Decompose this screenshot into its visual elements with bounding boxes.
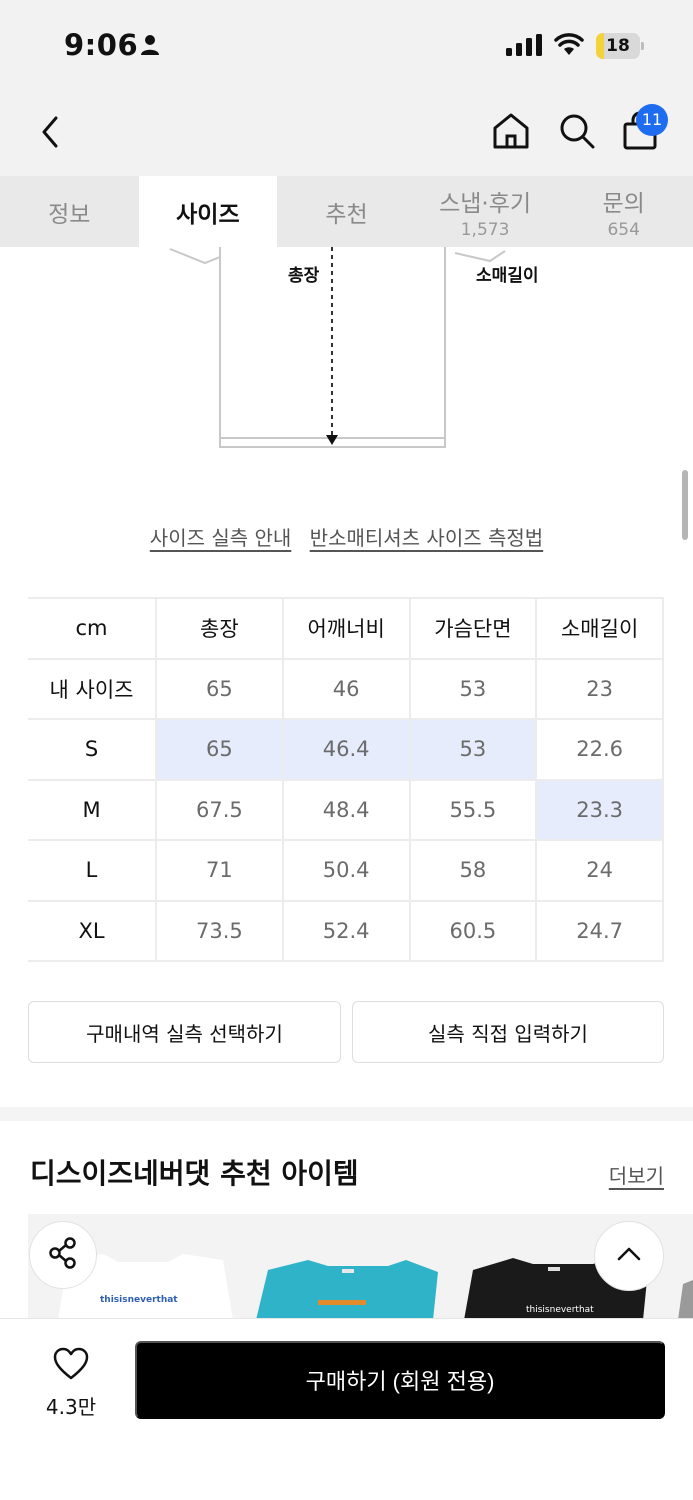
row-label: L (28, 839, 157, 901)
select-purchase-history-button[interactable]: 구매내역 실측 선택하기 (28, 1001, 341, 1063)
table-cell: 71 (156, 839, 284, 901)
table-header: 어깨너비 (282, 597, 411, 659)
sleeve-label: 소매길이 (476, 266, 539, 286)
battery-indicator: 18 (596, 33, 644, 59)
nav-bar: 11 (0, 92, 693, 176)
table-header: 총장 (156, 597, 284, 659)
like-button[interactable]: 4.3만 (36, 1347, 106, 1420)
tab-label: 스냅·후기 (439, 190, 532, 217)
tab-label: 추천 (325, 201, 368, 228)
table-header: 소매길이 (536, 597, 664, 659)
tab-label: 정보 (48, 201, 91, 228)
table-cell: 23 (536, 657, 664, 719)
recommend-thumbnails: thisisneverthat thisisneverthat (58, 1254, 693, 1320)
heart-icon (52, 1347, 90, 1385)
recommend-more-link[interactable]: 더보기 (609, 1160, 664, 1189)
wifi-icon (554, 32, 584, 60)
table-cell: 58 (409, 839, 538, 901)
share-button[interactable] (29, 1221, 97, 1289)
status-bar: 9:06 18 (0, 0, 693, 92)
recommend-title: 디스이즈네버댓 추천 아이템 (30, 1157, 359, 1190)
table-cell: 46.4 (282, 718, 411, 780)
table-cell: 22.6 (536, 718, 664, 780)
table-row-l: L 71 50.4 58 24 (28, 839, 664, 901)
like-count: 4.3만 (45, 1395, 97, 1419)
chevron-up-icon (615, 1244, 643, 1268)
battery-level: 18 (606, 36, 630, 56)
table-cell: 55.5 (409, 778, 538, 840)
table-cell: 52.4 (282, 899, 411, 962)
table-header: cm (28, 597, 157, 659)
buy-button[interactable]: 구매하기 (회원 전용) (135, 1341, 665, 1419)
svg-text:thisisneverthat: thisisneverthat (100, 1295, 178, 1305)
table-cell: 65 (156, 657, 284, 719)
table-cell: 24.7 (536, 899, 664, 962)
direct-input-button[interactable]: 실측 직접 입력하기 (352, 1001, 664, 1063)
tab-label: 사이즈 (176, 201, 240, 228)
length-label: 총장 (288, 266, 320, 286)
row-label: 내 사이즈 (28, 657, 157, 719)
product-tabs: 정보 사이즈 추천 스냅·후기 1,573 문의 654 (0, 176, 693, 247)
row-label: M (28, 778, 157, 840)
tab-count: 654 (607, 219, 640, 240)
bottom-bar: 4.3만 구매하기 (회원 전용) (0, 1318, 693, 1500)
status-time: 9:06 (64, 28, 139, 62)
size-table: cm 총장 어깨너비 가슴단면 소매길이 내 사이즈 65 46 53 23 S… (28, 597, 664, 962)
signal-icon (506, 34, 542, 60)
table-row-xl: XL 73.5 52.4 60.5 24.7 (28, 899, 664, 962)
tab-size[interactable]: 사이즈 (138, 176, 278, 247)
table-cell: 46 (282, 657, 411, 719)
tab-snap-review[interactable]: 스냅·후기 1,573 (416, 176, 555, 247)
row-label: S (28, 718, 157, 780)
table-row-s: S 65 46.4 53 22.6 (28, 718, 664, 780)
tab-label: 문의 (602, 190, 645, 217)
tab-count: 1,573 (460, 219, 510, 240)
table-cell: 48.4 (282, 778, 411, 840)
measure-links: 사이즈 실측 안내 반소매티셔츠 사이즈 측정법 (0, 522, 693, 551)
size-guide-link[interactable]: 사이즈 실측 안내 (150, 526, 292, 550)
row-label: XL (28, 899, 157, 962)
search-icon[interactable] (556, 110, 598, 156)
table-cell: 65 (156, 718, 284, 780)
table-cell: 67.5 (156, 778, 284, 840)
scroll-top-button[interactable] (594, 1221, 664, 1291)
section-divider (0, 1107, 693, 1121)
table-cell: 24 (536, 839, 664, 901)
cart-count-badge: 11 (636, 104, 668, 136)
table-row-my-size: 내 사이즈 65 46 53 23 (28, 657, 664, 719)
tshirt-diagram: 총장 소매길이 (160, 247, 560, 457)
back-icon[interactable] (36, 112, 64, 156)
battery-cap (641, 42, 644, 50)
tab-recommend[interactable]: 추천 (277, 176, 416, 247)
table-header-row: cm 총장 어깨너비 가슴단면 소매길이 (28, 597, 664, 659)
share-icon (46, 1236, 80, 1274)
recommend-carousel: thisisneverthat thisisneverthat (28, 1214, 693, 1320)
table-cell: 73.5 (156, 899, 284, 962)
tab-inquiry[interactable]: 문의 654 (554, 176, 693, 247)
measure-method-link[interactable]: 반소매티셔츠 사이즈 측정법 (310, 526, 544, 550)
person-icon (140, 34, 160, 60)
home-icon[interactable] (490, 110, 532, 156)
table-row-m: M 67.5 48.4 55.5 23.3 (28, 778, 664, 840)
tab-info[interactable]: 정보 (0, 176, 139, 247)
table-cell: 60.5 (409, 899, 538, 962)
table-cell: 50.4 (282, 839, 411, 901)
table-header: 가슴단면 (409, 597, 538, 659)
svg-text:thisisneverthat: thisisneverthat (526, 1305, 594, 1315)
table-cell: 53 (409, 718, 538, 780)
product-thumb-teal[interactable] (256, 1260, 438, 1320)
table-cell: 53 (409, 657, 538, 719)
table-cell: 23.3 (536, 778, 664, 840)
